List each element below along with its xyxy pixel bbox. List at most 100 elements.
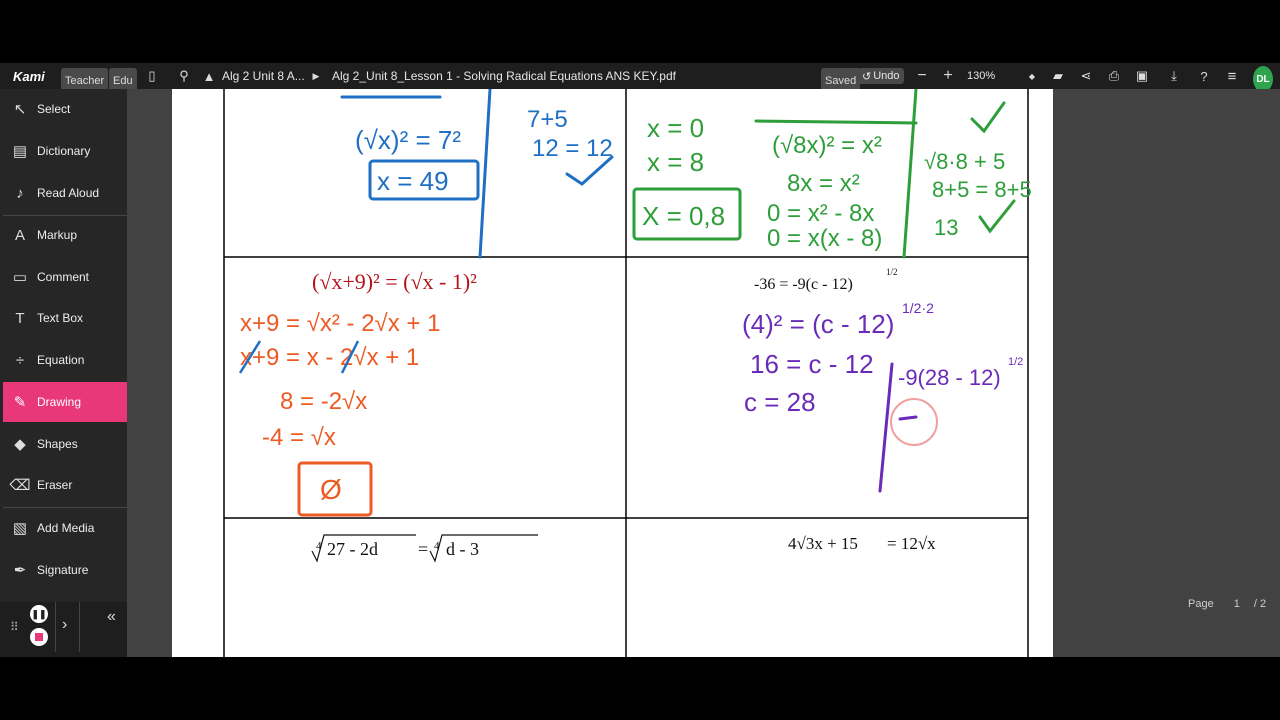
problem-text: 4√3x + 15 bbox=[788, 534, 858, 553]
tool-label: Signature bbox=[37, 563, 89, 577]
problem-text: 27 - 2d bbox=[327, 539, 378, 559]
ink-text: (√8x)² = x² bbox=[772, 132, 882, 159]
share-icon[interactable]: ⋖ bbox=[1077, 63, 1095, 89]
download-icon[interactable]: ⤓ bbox=[1165, 63, 1183, 89]
shapes-icon: ◆ bbox=[14, 436, 26, 453]
collapse-sidebar-icon[interactable]: « bbox=[107, 608, 116, 626]
tool-select[interactable]: ↖ Select bbox=[3, 89, 127, 129]
ink-text: c = 28 bbox=[744, 387, 816, 417]
book-icon: ▤ bbox=[12, 143, 28, 160]
tool-label: Dictionary bbox=[37, 144, 91, 158]
ink-stroke bbox=[478, 89, 492, 259]
ink-text: x = 49 bbox=[377, 166, 449, 196]
ink-text: 8x = x² bbox=[787, 170, 860, 197]
problem-text: = 12√x bbox=[887, 534, 936, 553]
tool-shapes[interactable]: ◆ Shapes bbox=[3, 424, 127, 464]
ink-text: -9(28 - 12) bbox=[898, 365, 1001, 390]
pen-icon: ✒ bbox=[13, 562, 27, 579]
tool-label: Markup bbox=[37, 228, 78, 242]
folder-open-icon[interactable]: ▰ bbox=[1049, 63, 1067, 89]
problem-text: = bbox=[418, 539, 428, 559]
ink-text: (√x+9)² = (√x - 1)² bbox=[312, 269, 477, 294]
tool-label: Eraser bbox=[37, 478, 73, 492]
zoom-level[interactable]: 130% bbox=[967, 63, 995, 89]
ink-check bbox=[978, 199, 1016, 234]
tool-label: Shapes bbox=[37, 437, 78, 451]
undo-button[interactable]: ↺ Undo bbox=[858, 68, 904, 84]
ink-text: X = 0,8 bbox=[642, 201, 725, 231]
expand-icon[interactable]: › bbox=[62, 616, 67, 634]
save-icon[interactable]: ▣ bbox=[1133, 63, 1151, 89]
ink-stroke bbox=[754, 119, 918, 125]
undo-label: Undo bbox=[873, 70, 900, 82]
google-drive-icon: ▲ bbox=[202, 68, 216, 84]
ink-text: Ø bbox=[320, 474, 342, 505]
tool-label: Equation bbox=[37, 353, 85, 367]
brush-icon: ✎ bbox=[13, 394, 27, 411]
drawing-cursor-indicator bbox=[890, 398, 938, 446]
eraser-icon: ⌫ bbox=[9, 477, 31, 494]
page-indicator: Page 1 / 2 bbox=[1188, 598, 1266, 610]
tool-label: Select bbox=[37, 102, 71, 116]
ink-text: 13 bbox=[934, 215, 958, 240]
pause-icon[interactable]: ❚❚ bbox=[30, 605, 48, 623]
sidebar-toggle-icon[interactable]: ▯ bbox=[143, 63, 161, 89]
ink-text: 0 = x² - 8x bbox=[767, 200, 874, 227]
zoom-in-icon[interactable]: + bbox=[939, 63, 957, 89]
search-icon[interactable]: ⚲ bbox=[175, 63, 193, 89]
divide-icon: ÷ bbox=[15, 351, 25, 369]
undo-icon: ↺ bbox=[862, 70, 872, 83]
tool-signature[interactable]: ✒ Signature bbox=[3, 550, 127, 590]
drag-handle-icon[interactable]: ⠿ bbox=[10, 620, 19, 634]
media-icon: ▧ bbox=[12, 520, 28, 537]
text-icon: T bbox=[15, 309, 25, 327]
problem-text: -36 = -9(c - 12) bbox=[754, 276, 853, 293]
tool-equation[interactable]: ÷ Equation bbox=[3, 340, 127, 380]
current-page[interactable]: 1 bbox=[1234, 598, 1240, 610]
ink-text: x = 8 bbox=[647, 147, 704, 177]
worksheet-canvas[interactable]: (√x)² = 7² x = 49 7+5 12 = 12 x = 0 x = … bbox=[172, 89, 1053, 657]
markup-icon: A bbox=[14, 226, 25, 244]
ink-stroke bbox=[898, 415, 918, 421]
pdf-page: (√x)² = 7² x = 49 7+5 12 = 12 x = 0 x = … bbox=[172, 89, 1053, 657]
ink-text: (4)² = (c - 12) bbox=[742, 309, 894, 339]
tool-drawing[interactable]: ✎ Drawing bbox=[3, 382, 127, 422]
breadcrumb-folder[interactable]: Alg 2 Unit 8 A... bbox=[222, 63, 305, 89]
ink-stroke bbox=[878, 362, 894, 493]
tool-add-media[interactable]: ▧ Add Media bbox=[3, 508, 127, 548]
kami-logo: Kami bbox=[13, 68, 45, 84]
kami-app: Kami Teacher Edu ▯ ⚲ ▲ Alg 2 Unit 8 A...… bbox=[0, 0, 1280, 720]
tool-label: Drawing bbox=[37, 395, 82, 409]
chevron-right-icon: ▶ bbox=[312, 70, 320, 81]
menu-icon[interactable]: ≡ bbox=[1223, 63, 1241, 89]
ink-text: 1/2·2 bbox=[902, 300, 934, 316]
document-viewport[interactable]: (√x)² = 7² x = 49 7+5 12 = 12 x = 0 x = … bbox=[127, 89, 1280, 657]
tool-text-box[interactable]: T Text Box bbox=[3, 298, 127, 338]
ink-text: 1/2 bbox=[1008, 356, 1023, 368]
file-name[interactable]: Alg 2_Unit 8_Lesson 1 - Solving Radical … bbox=[332, 63, 676, 89]
tool-eraser[interactable]: ⌫ Eraser bbox=[3, 465, 127, 505]
ink-stroke bbox=[902, 89, 918, 259]
comment-icon: ▭ bbox=[12, 269, 28, 286]
tool-label: Text Box bbox=[37, 311, 84, 325]
tool-label: Read Aloud bbox=[37, 186, 100, 200]
tool-label: Add Media bbox=[37, 521, 95, 535]
print-icon[interactable]: ⎙ bbox=[1105, 63, 1123, 89]
help-icon[interactable]: ? bbox=[1195, 63, 1213, 89]
tool-markup[interactable]: A Markup bbox=[3, 215, 127, 255]
ink-check bbox=[970, 101, 1006, 134]
ink-text: -4 = √x bbox=[262, 424, 336, 451]
ink-text: x+9 = √x² - 2√x + 1 bbox=[240, 310, 440, 337]
tool-comment[interactable]: ▭ Comment bbox=[3, 257, 127, 297]
ink-text: 16 = c - 12 bbox=[750, 349, 874, 379]
ink-text: √8·8 + 5 bbox=[924, 149, 1005, 174]
tool-read-aloud[interactable]: ♪ Read Aloud bbox=[3, 173, 127, 213]
ink-text: (√x)² = 7² bbox=[355, 125, 461, 155]
stop-icon[interactable] bbox=[30, 628, 48, 646]
zoom-out-icon[interactable]: − bbox=[913, 63, 931, 89]
zoom-dropdown-icon[interactable]: ◆ bbox=[1023, 63, 1041, 89]
tool-dictionary[interactable]: ▤ Dictionary bbox=[3, 131, 127, 171]
divider bbox=[55, 602, 56, 652]
ink-text: x = 0 bbox=[647, 113, 704, 143]
ink-text: x+9 = x - 2√x + 1 bbox=[240, 344, 419, 371]
